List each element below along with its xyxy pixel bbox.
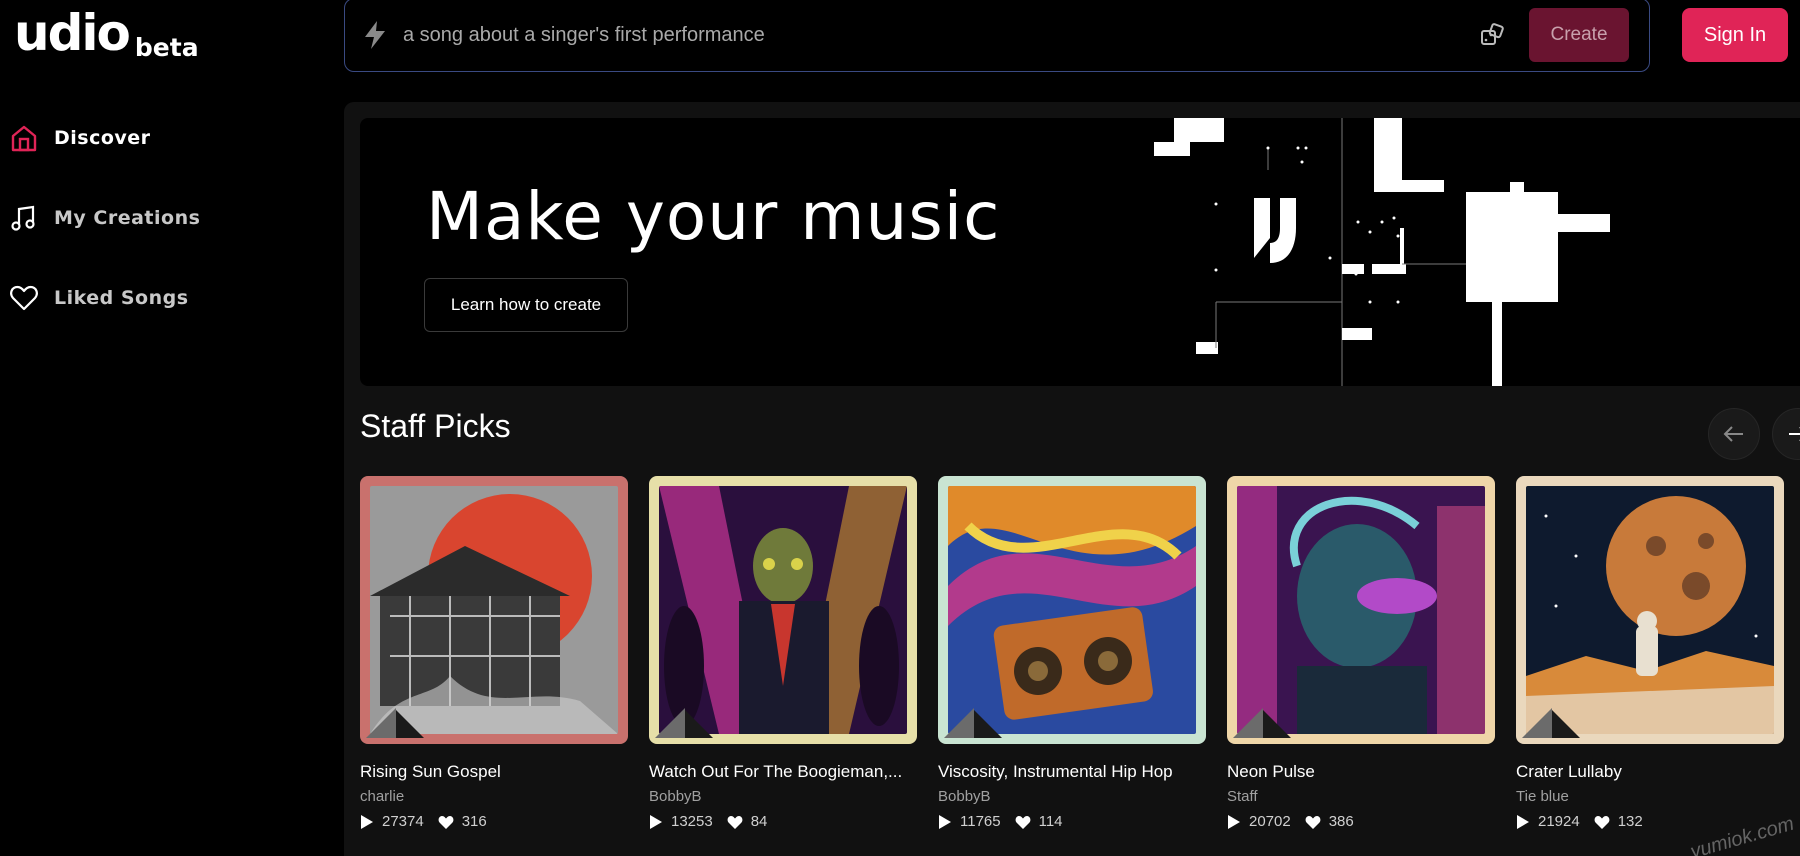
song-title[interactable]: Neon Pulse <box>1227 762 1495 782</box>
create-button[interactable]: Create <box>1529 8 1629 62</box>
learn-how-button[interactable]: Learn how to create <box>424 278 628 332</box>
song-title[interactable]: Crater Lullaby <box>1516 762 1784 782</box>
song-card[interactable]: Neon Pulse Staff 20702 386 <box>1227 476 1495 830</box>
like-icon[interactable] <box>438 815 454 829</box>
play-icon[interactable] <box>1516 814 1530 830</box>
cover-art-haunted-house <box>370 486 618 734</box>
sidebar-item-label: My Creations <box>54 207 201 229</box>
cover-art-boogieman <box>659 486 907 734</box>
logo-wordmark: udio <box>14 4 131 62</box>
play-icon[interactable] <box>1227 814 1241 830</box>
cover-frame[interactable] <box>1516 476 1784 744</box>
udio-corner-mark <box>655 708 713 738</box>
song-author[interactable]: charlie <box>360 788 628 805</box>
like-count: 316 <box>461 813 487 830</box>
sidebar-item-label: Liked Songs <box>54 287 189 309</box>
song-stats: 13253 84 <box>649 813 917 830</box>
song-stats: 11765 114 <box>938 813 1206 830</box>
play-count: 27374 <box>382 813 424 830</box>
udio-corner-mark <box>944 708 1002 738</box>
cover-frame[interactable] <box>649 476 917 744</box>
cover-frame[interactable] <box>1227 476 1495 744</box>
cover-frame[interactable] <box>360 476 628 744</box>
home-icon <box>8 122 40 154</box>
heart-icon <box>8 282 40 314</box>
like-count: 132 <box>1617 813 1643 830</box>
like-icon[interactable] <box>1015 815 1031 829</box>
like-icon[interactable] <box>727 815 743 829</box>
cover-art-moon-astronaut <box>1526 486 1774 734</box>
like-count: 114 <box>1038 813 1063 830</box>
song-card[interactable]: Rising Sun Gospel charlie 27374 316 <box>360 476 628 830</box>
sidebar-item-my-creations[interactable]: My Creations <box>8 198 328 238</box>
song-author[interactable]: Staff <box>1227 788 1495 805</box>
sidebar-item-liked-songs[interactable]: Liked Songs <box>8 278 328 318</box>
udio-corner-mark <box>366 708 424 738</box>
arrow-left-icon <box>1723 426 1743 442</box>
app-root: udio beta Discover My Creations Liked So… <box>0 0 1800 856</box>
song-title[interactable]: Rising Sun Gospel <box>360 762 628 782</box>
sign-in-button[interactable]: Sign In <box>1682 8 1788 62</box>
music-note-icon <box>8 202 40 234</box>
song-author[interactable]: Tie blue <box>1516 788 1784 805</box>
play-icon[interactable] <box>938 814 952 830</box>
song-author[interactable]: BobbyB <box>649 788 917 805</box>
play-icon[interactable] <box>360 814 374 830</box>
like-count: 84 <box>750 813 768 830</box>
like-icon[interactable] <box>1594 815 1610 829</box>
song-card[interactable]: Crater Lullaby Tie blue 21924 132 <box>1516 476 1784 830</box>
like-icon[interactable] <box>1305 815 1321 829</box>
song-card[interactable]: Viscosity, Instrumental Hip Hop BobbyB 1… <box>938 476 1206 830</box>
play-count: 13253 <box>671 813 713 830</box>
dice-icon[interactable] <box>1473 21 1513 49</box>
section-title-staff-picks: Staff Picks <box>360 408 511 444</box>
main-panel: Make your music Learn how to create Staf… <box>344 102 1800 856</box>
play-count: 20702 <box>1249 813 1291 830</box>
song-stats: 20702 386 <box>1227 813 1495 830</box>
like-count: 386 <box>1328 813 1354 830</box>
cover-art-boombox <box>948 486 1196 734</box>
hero-banner: Make your music Learn how to create <box>360 118 1800 386</box>
play-icon[interactable] <box>649 814 663 830</box>
prompt-input[interactable] <box>403 23 1473 47</box>
hero-title: Make your music <box>426 178 1001 255</box>
udio-corner-mark <box>1233 708 1291 738</box>
play-count: 11765 <box>960 813 1001 830</box>
hero-pixel-art <box>1154 118 1610 386</box>
carousel-next-button[interactable] <box>1772 408 1800 460</box>
cover-art-neon-alien <box>1237 486 1485 734</box>
song-title[interactable]: Watch Out For The Boogieman,... <box>649 762 917 782</box>
arrow-right-icon <box>1789 427 1800 441</box>
sidebar-nav: Discover My Creations Liked Songs <box>8 118 328 358</box>
udio-corner-mark <box>1522 708 1580 738</box>
cover-frame[interactable] <box>938 476 1206 744</box>
lightning-icon <box>361 19 395 51</box>
play-count: 21924 <box>1538 813 1580 830</box>
song-stats: 27374 316 <box>360 813 628 830</box>
carousel-prev-button[interactable] <box>1708 408 1760 460</box>
udio-logo[interactable]: udio beta <box>14 4 199 62</box>
sidebar-item-discover[interactable]: Discover <box>8 118 328 158</box>
song-card[interactable]: Watch Out For The Boogieman,... BobbyB 1… <box>649 476 917 830</box>
song-author[interactable]: BobbyB <box>938 788 1206 805</box>
logo-beta-tag: beta <box>134 33 199 62</box>
song-title[interactable]: Viscosity, Instrumental Hip Hop <box>938 762 1206 782</box>
prompt-bar: Create <box>344 0 1650 72</box>
sidebar-item-label: Discover <box>54 127 151 149</box>
